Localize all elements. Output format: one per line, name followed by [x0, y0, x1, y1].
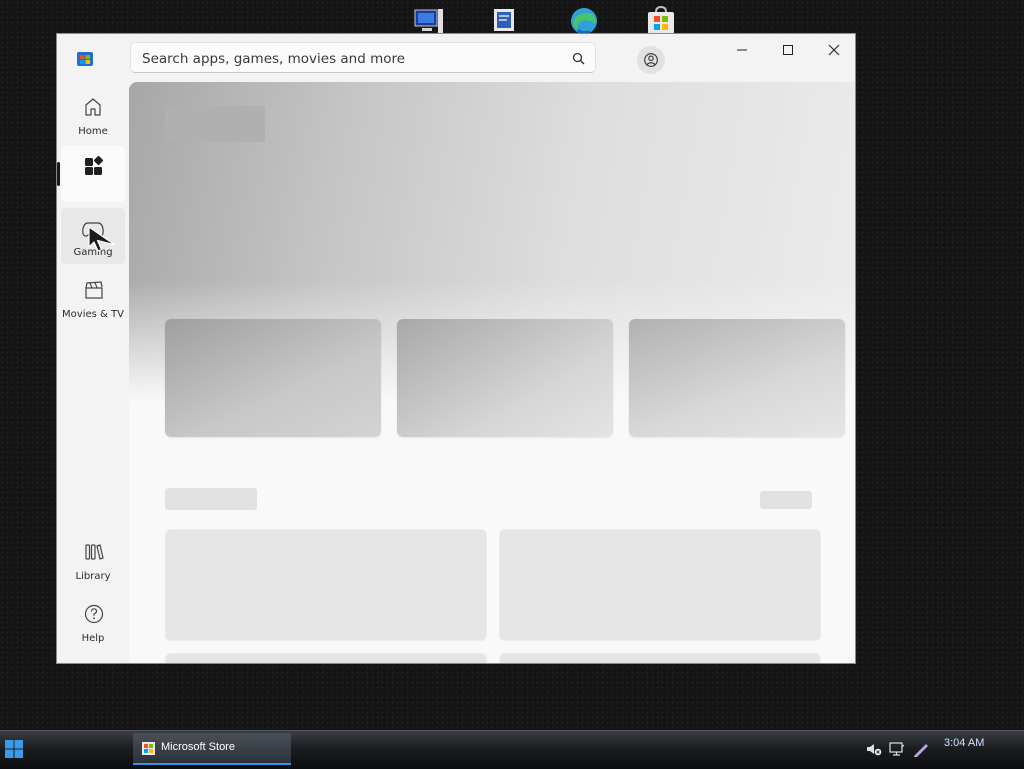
minimize-icon — [737, 49, 747, 51]
windows-logo-icon — [5, 740, 23, 758]
desktop-network-icon[interactable] — [490, 6, 522, 36]
search-box[interactable] — [130, 42, 596, 73]
maximize-button[interactable] — [765, 34, 811, 66]
app-tile-placeholder[interactable] — [165, 529, 487, 641]
volume-muted-icon[interactable] — [866, 741, 882, 757]
store-window: Home Gaming Movies & TV Library Help — [56, 33, 856, 664]
close-button[interactable] — [811, 34, 855, 66]
user-avatar-icon — [644, 53, 658, 67]
desktop-edge-icon[interactable] — [568, 6, 600, 36]
taskbar-clock[interactable]: 3:04 AM — [944, 737, 984, 749]
sidebar-item-home[interactable]: Home — [61, 87, 125, 143]
sidebar-item-label: Movies & TV — [62, 309, 124, 320]
search-input[interactable] — [140, 48, 564, 70]
featured-card-placeholder[interactable] — [629, 319, 845, 437]
desktop-this-pc-icon[interactable] — [412, 6, 444, 36]
nav-sidebar: Home Gaming Movies & TV Library Help — [57, 82, 129, 663]
help-icon — [84, 604, 104, 624]
pen-icon[interactable] — [913, 741, 929, 757]
desktop-store-icon[interactable] — [645, 5, 677, 36]
account-button[interactable] — [637, 46, 665, 74]
library-icon — [85, 544, 104, 560]
sidebar-item-label: Home — [78, 126, 108, 137]
sidebar-item-help[interactable]: Help — [61, 594, 125, 650]
movies-clapper-icon — [85, 281, 103, 299]
sidebar-item-apps[interactable] — [61, 146, 125, 202]
taskbar: Microsoft Store 3:04 AM — [0, 730, 1024, 769]
selected-indicator — [57, 162, 60, 186]
apps-icon — [85, 156, 104, 175]
app-tile-placeholder[interactable] — [499, 529, 821, 641]
sidebar-item-movies-tv[interactable]: Movies & TV — [61, 270, 125, 326]
title-bar[interactable] — [57, 34, 855, 82]
mouse-cursor-icon — [88, 226, 116, 252]
app-tile-placeholder[interactable] — [499, 653, 821, 663]
sidebar-item-label: Help — [81, 633, 105, 644]
see-all-placeholder[interactable] — [760, 491, 812, 509]
home-icon — [85, 98, 101, 116]
taskbar-app-microsoft-store[interactable]: Microsoft Store — [133, 733, 291, 765]
hero-title-placeholder — [165, 106, 265, 142]
main-content-loading — [129, 82, 855, 663]
maximize-icon — [783, 45, 793, 55]
app-tile-placeholder[interactable] — [165, 653, 487, 663]
start-button[interactable] — [4, 739, 24, 759]
section-title-placeholder — [165, 488, 257, 510]
close-icon — [828, 44, 840, 56]
search-icon[interactable] — [572, 52, 585, 65]
taskbar-app-label: Microsoft Store — [161, 741, 235, 753]
sidebar-item-label: Library — [75, 571, 111, 582]
store-logo-icon — [76, 49, 94, 67]
minimize-button[interactable] — [719, 34, 765, 66]
sidebar-item-library[interactable]: Library — [61, 532, 125, 588]
store-logo-icon — [142, 742, 155, 755]
featured-card-placeholder[interactable] — [397, 319, 613, 437]
featured-card-placeholder[interactable] — [165, 319, 381, 437]
network-icon[interactable] — [889, 741, 905, 757]
